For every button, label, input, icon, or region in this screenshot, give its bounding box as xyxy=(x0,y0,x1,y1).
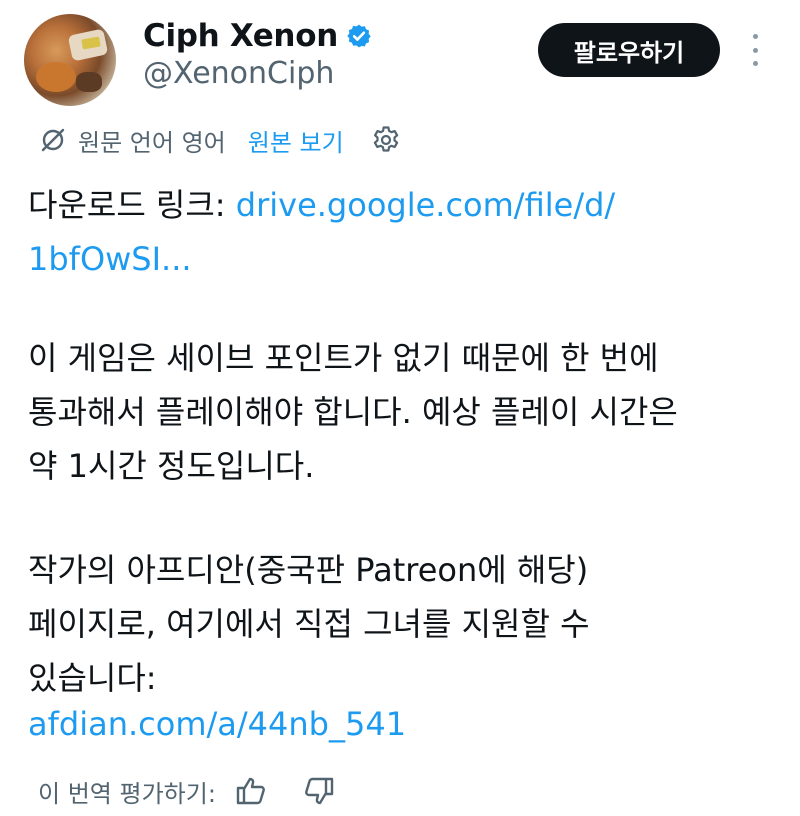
avatar[interactable] xyxy=(24,14,116,106)
translation-bar: 원문 언어 영어 원본 보기 xyxy=(38,118,402,162)
post-paragraph-line: 약 1시간 정도입니다. xyxy=(28,447,315,485)
translation-rating-row: 이 번역 평가하기: xyxy=(38,766,336,816)
post-paragraph-line: 이 게임은 세이브 포인트가 없기 때문에 한 번에 xyxy=(28,339,659,377)
post-paragraph-line: 페이지로, 여기에서 직접 그녀를 지원할 수 xyxy=(28,605,590,643)
gear-icon[interactable] xyxy=(370,124,402,156)
translate-off-icon xyxy=(38,125,68,155)
post-paragraph-line: 통과해서 플레이해야 합니다. 예상 플레이 시간은 xyxy=(28,393,678,431)
author-name-row[interactable]: Ciph Xenon xyxy=(143,14,372,58)
more-vertical-icon[interactable] xyxy=(742,30,768,70)
verified-badge-icon xyxy=(346,23,372,49)
drive-link[interactable]: drive.google.com/file/d/ xyxy=(236,186,615,224)
afdian-link[interactable]: afdian.com/a/44nb_541 xyxy=(28,705,406,743)
follow-button[interactable]: 팔로우하기 xyxy=(538,23,720,77)
afdian-link-line: afdian.com/a/44nb_541 xyxy=(28,697,406,751)
source-language-notice: 원문 언어 영어 xyxy=(78,128,226,157)
post-paragraph-line: 작가의 아프디안(중국판 Patreon에 해당) xyxy=(28,551,589,589)
show-original-link[interactable]: 원본 보기 xyxy=(248,123,344,158)
post-line: 다운로드 링크: drive.google.com/file/d/ xyxy=(28,178,615,232)
display-name[interactable]: Ciph Xenon xyxy=(143,18,338,54)
author-handle[interactable]: @XenonCiph xyxy=(143,56,334,91)
drive-link-continued[interactable]: 1bfOwSI... xyxy=(28,240,192,278)
thumbs-up-icon[interactable] xyxy=(234,774,268,808)
post-line: 1bfOwSI... xyxy=(28,232,192,286)
rate-translation-label: 이 번역 평가하기: xyxy=(38,779,216,808)
thumbs-down-icon[interactable] xyxy=(302,774,336,808)
download-link-label: 다운로드 링크: xyxy=(28,186,236,224)
